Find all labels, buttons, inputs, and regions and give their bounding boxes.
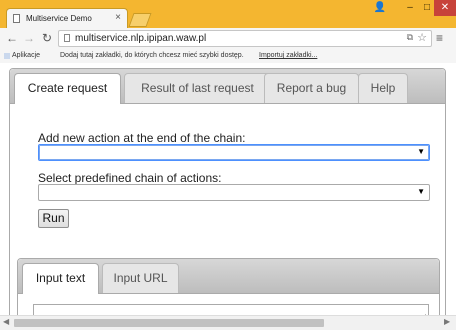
reload-icon[interactable]: ↻ xyxy=(40,31,54,45)
new-tab-button[interactable] xyxy=(128,13,152,27)
bookmarks-message: Dodaj tutaj zakładki, do których chcesz … xyxy=(60,52,244,59)
maximize-button[interactable]: □ xyxy=(420,0,434,16)
close-window-button[interactable]: ✕ xyxy=(434,0,456,16)
browser-toolbar: ← → ↻ multiservice.nlp.ipipan.waw.pl ⧉ ☆… xyxy=(0,28,456,50)
horizontal-scrollbar[interactable]: ◀ ▶ xyxy=(0,315,456,330)
tab-result-of-last-request[interactable]: Result of last request xyxy=(124,73,271,103)
input-tab-bar: Input text Input URL xyxy=(18,259,439,294)
url-text[interactable]: multiservice.nlp.ipipan.waw.pl xyxy=(75,33,206,44)
tab-report-a-bug[interactable]: Report a bug xyxy=(264,73,359,103)
scroll-left-icon[interactable]: ◀ xyxy=(3,317,9,326)
add-action-label: Add new action at the end of the chain: xyxy=(38,131,246,145)
scrollbar-thumb[interactable] xyxy=(14,319,324,327)
tab-input-url[interactable]: Input URL xyxy=(102,263,179,293)
browser-title-bar: Multiservice Demo × 👤 – □ ✕ xyxy=(0,0,456,28)
minimize-button[interactable]: – xyxy=(402,0,418,16)
main-tab-bar: Create request Result of last request Re… xyxy=(10,69,445,104)
predefined-chain-label: Select predefined chain of actions: xyxy=(38,171,222,185)
tab-help[interactable]: Help xyxy=(358,73,408,103)
page-viewport: Create request Result of last request Re… xyxy=(0,63,456,330)
input-tabs-panel: Input text Input URL ◢ xyxy=(17,258,440,324)
bookmarks-bar: Aplikacje Dodaj tutaj zakładki, do który… xyxy=(0,50,456,63)
scroll-right-icon[interactable]: ▶ xyxy=(444,317,450,326)
apps-link[interactable]: Aplikacje xyxy=(12,52,40,59)
tab-create-request[interactable]: Create request xyxy=(14,73,121,104)
page-favicon-icon xyxy=(13,14,20,23)
tab-input-text[interactable]: Input text xyxy=(22,263,99,294)
predefined-chain-select[interactable]: ▼ xyxy=(38,184,430,201)
user-profile-icon[interactable]: 👤 xyxy=(372,0,388,16)
chevron-down-icon: ▼ xyxy=(417,187,425,196)
tab-close-icon[interactable]: × xyxy=(115,12,121,23)
chevron-down-icon: ▼ xyxy=(417,147,425,156)
address-bar[interactable]: multiservice.nlp.ipipan.waw.pl ⧉ ☆ xyxy=(58,30,432,47)
add-action-select[interactable]: ▼ xyxy=(38,144,430,161)
run-button[interactable]: Run xyxy=(38,209,69,228)
forward-arrow-icon[interactable]: → xyxy=(22,31,36,45)
browser-menu-icon[interactable]: ≡ xyxy=(436,31,443,45)
import-bookmarks-link[interactable]: Importuj zakładki... xyxy=(259,52,317,59)
page-icon xyxy=(64,34,70,42)
browser-tab[interactable]: Multiservice Demo × xyxy=(6,8,128,28)
tab-title: Multiservice Demo xyxy=(26,14,92,23)
back-arrow-icon[interactable]: ← xyxy=(5,31,19,45)
bookmark-star-icon[interactable]: ☆ xyxy=(417,31,427,44)
apps-grid-icon[interactable] xyxy=(4,53,10,59)
translate-icon[interactable]: ⧉ xyxy=(407,32,413,43)
